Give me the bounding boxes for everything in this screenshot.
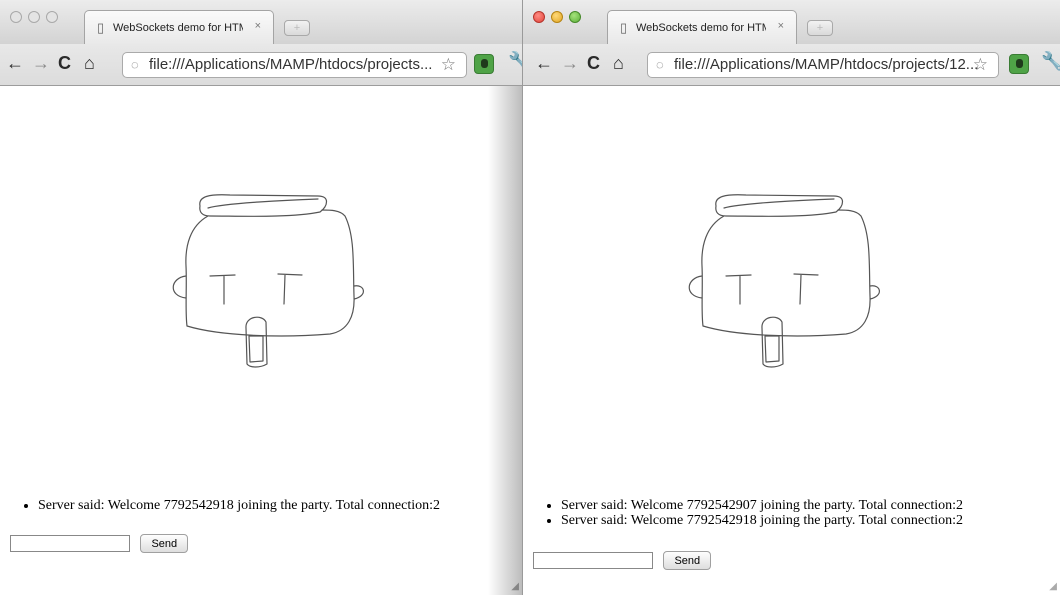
page-icon: ▯	[97, 20, 105, 35]
address-bar[interactable]: ◌ file:///Applications/MAMP/htdocs/proje…	[122, 52, 467, 78]
drawing-right-handle	[353, 285, 364, 300]
drawing-left-handle	[172, 275, 187, 299]
message-input[interactable]	[10, 535, 130, 552]
drawing-toaster-slot	[207, 198, 319, 209]
tab-close-icon[interactable]: ×	[255, 20, 261, 32]
send-button[interactable]: Send	[663, 551, 712, 570]
resize-grip-icon[interactable]: ◢	[511, 582, 519, 592]
evernote-extension-icon[interactable]	[1009, 54, 1029, 74]
resize-grip-icon[interactable]: ◢	[1049, 582, 1057, 592]
drawing-canvas[interactable]	[150, 186, 380, 386]
browser-window-left: ▯ WebSockets demo for HTML5 × + ← → C ⌂ …	[0, 0, 523, 595]
drawing-right-eye	[277, 273, 303, 305]
new-tab-button[interactable]: +	[284, 20, 310, 36]
title-bar: ▯ WebSockets demo for HTML5 × +	[523, 0, 1060, 44]
list-item: Server said: Welcome 7792542907 joining …	[561, 498, 963, 513]
drawing-mouth-inner	[764, 335, 780, 363]
message-list: Server said: Welcome 7792542907 joining …	[547, 498, 963, 528]
reload-icon[interactable]: C	[58, 53, 71, 73]
url-text: file:///Applications/MAMP/htdocs/project…	[674, 56, 979, 73]
tab-close-icon[interactable]: ×	[778, 20, 784, 32]
bookmark-star-icon[interactable]: ☆	[973, 55, 988, 75]
home-icon[interactable]: ⌂	[613, 53, 624, 73]
zoom-window-button[interactable]	[569, 11, 581, 23]
close-window-button[interactable]	[533, 11, 545, 23]
page-content: Server said: Welcome 7792542918 joining …	[0, 86, 522, 595]
browser-toolbar: ← → C ⌂ ◌ file:///Applications/MAMP/htdo…	[523, 44, 1060, 86]
url-text: file:///Applications/MAMP/htdocs/project…	[149, 56, 433, 73]
drawing-right-handle	[869, 285, 880, 300]
home-icon[interactable]: ⌂	[84, 53, 95, 73]
window-controls	[533, 11, 581, 23]
browser-tab[interactable]: ▯ WebSockets demo for HTML5 ×	[84, 10, 274, 44]
page-icon: ◌	[656, 57, 664, 72]
address-bar[interactable]: ◌ file:///Applications/MAMP/htdocs/proje…	[647, 52, 999, 78]
drawing-canvas[interactable]	[666, 186, 896, 386]
drawing-right-eye	[793, 273, 819, 305]
drawing-left-eye	[209, 274, 236, 305]
wrench-icon[interactable]: 🔧	[508, 51, 522, 72]
browser-tab[interactable]: ▯ WebSockets demo for HTML5 ×	[607, 10, 797, 44]
drawing-left-handle	[688, 275, 703, 299]
evernote-extension-icon[interactable]	[474, 54, 494, 74]
browser-window-right: ▯ WebSockets demo for HTML5 × + ← → C ⌂ …	[523, 0, 1060, 595]
browser-toolbar: ← → C ⌂ ◌ file:///Applications/MAMP/htdo…	[0, 44, 522, 86]
window-controls	[10, 11, 58, 23]
close-window-button[interactable]	[10, 11, 22, 23]
drawing-toaster-body	[185, 209, 355, 337]
message-list: Server said: Welcome 7792542918 joining …	[24, 498, 440, 513]
message-form: Send	[533, 551, 712, 570]
drawing-mouth-inner	[248, 335, 264, 363]
tab-title: WebSockets demo for HTML5	[113, 22, 243, 34]
drawing-toaster-slot	[723, 198, 835, 209]
list-item: Server said: Welcome 7792542918 joining …	[561, 513, 963, 528]
page-icon: ▯	[620, 20, 628, 35]
forward-arrow-icon[interactable]: →	[32, 53, 50, 73]
zoom-window-button[interactable]	[46, 11, 58, 23]
drawing-left-eye	[725, 274, 752, 305]
minimize-window-button[interactable]	[551, 11, 563, 23]
message-input[interactable]	[533, 552, 653, 569]
drawing-toaster-body	[701, 209, 871, 337]
forward-arrow-icon[interactable]: →	[561, 53, 579, 73]
page-content: Server said: Welcome 7792542907 joining …	[523, 86, 1060, 595]
minimize-window-button[interactable]	[28, 11, 40, 23]
title-bar: ▯ WebSockets demo for HTML5 × +	[0, 0, 522, 44]
back-arrow-icon[interactable]: ←	[535, 53, 553, 73]
bookmark-star-icon[interactable]: ☆	[441, 55, 456, 75]
message-form: Send	[10, 534, 189, 553]
back-arrow-icon[interactable]: ←	[6, 53, 24, 73]
send-button[interactable]: Send	[140, 534, 189, 553]
page-icon: ◌	[131, 57, 139, 72]
reload-icon[interactable]: C	[587, 53, 600, 73]
tab-title: WebSockets demo for HTML5	[636, 22, 766, 34]
list-item: Server said: Welcome 7792542918 joining …	[38, 498, 440, 513]
wrench-icon[interactable]: 🔧	[1041, 51, 1060, 72]
new-tab-button[interactable]: +	[807, 20, 833, 36]
